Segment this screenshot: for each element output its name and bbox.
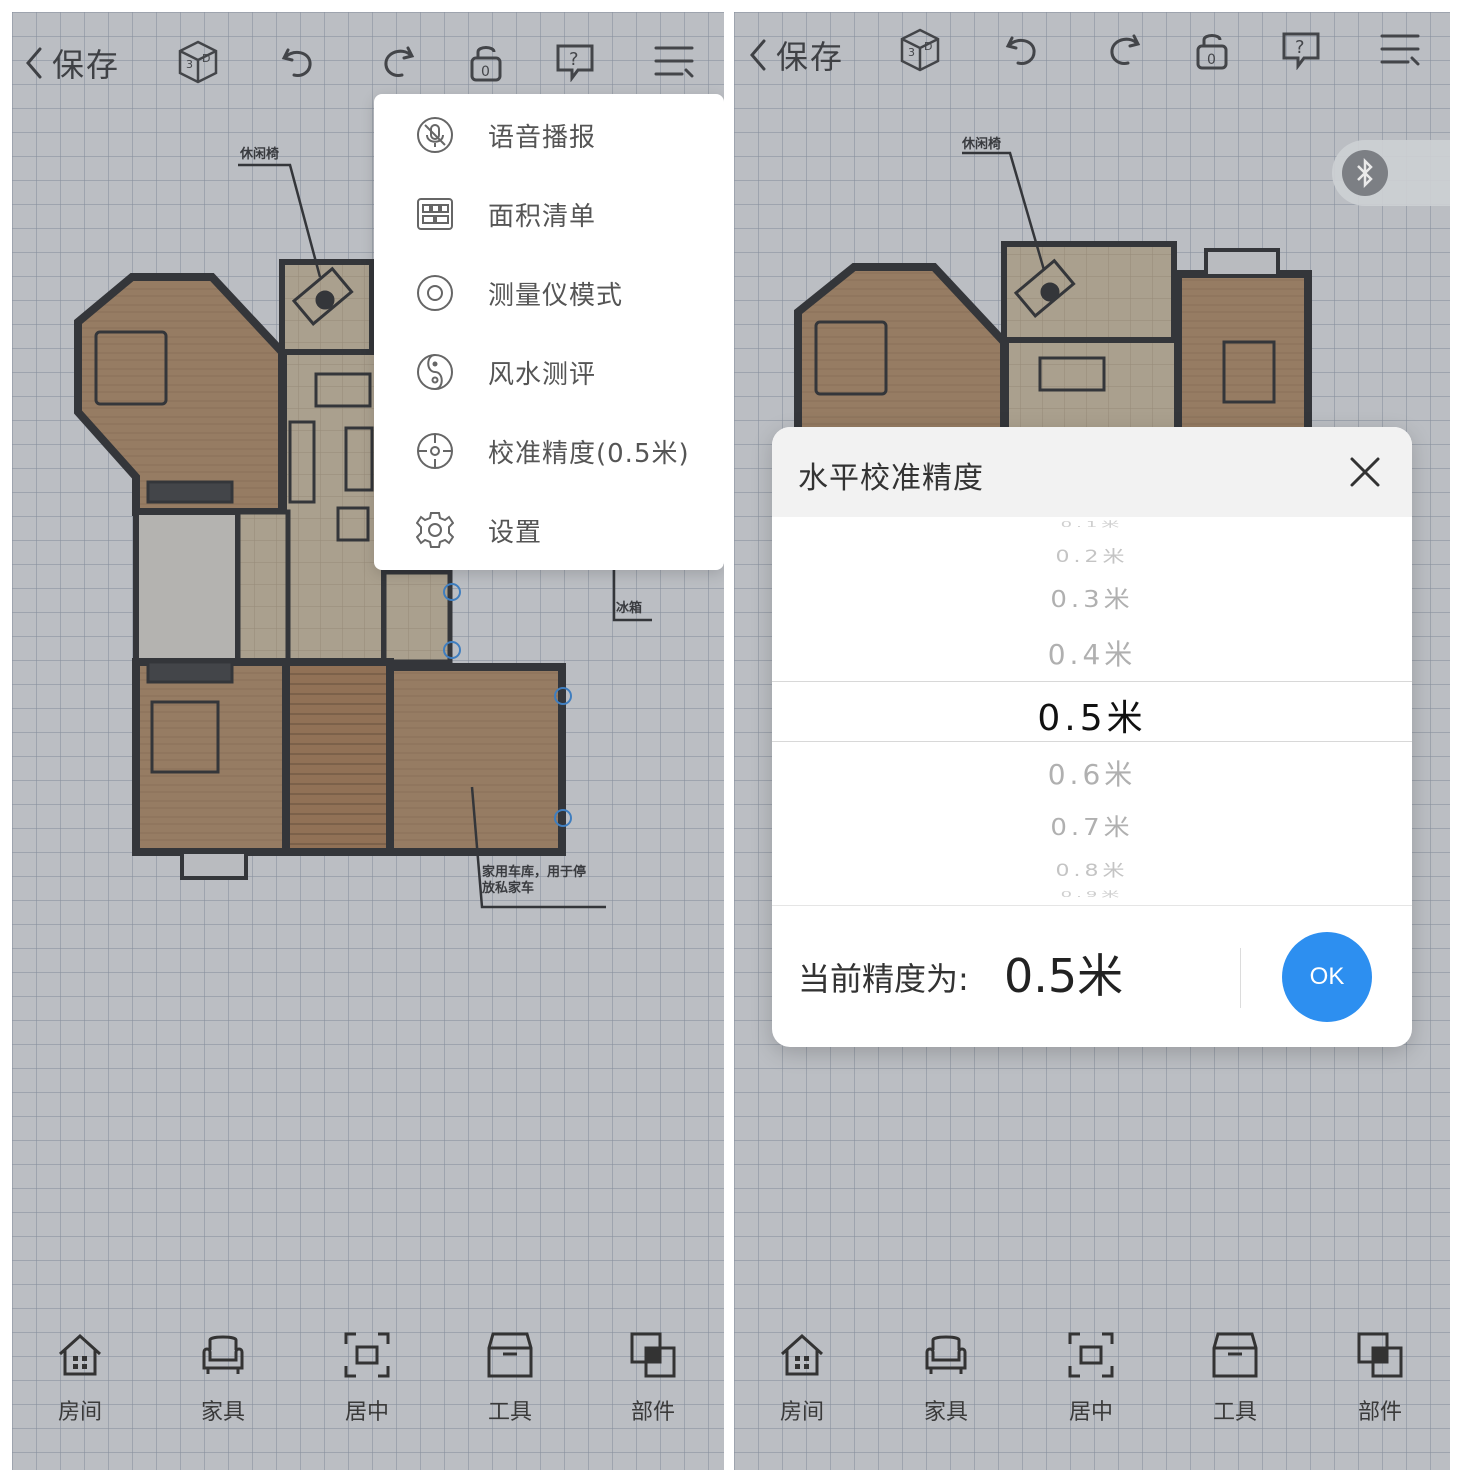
picker-option[interactable]: 0.7米: [772, 809, 1412, 842]
footer-divider: [1240, 948, 1241, 1008]
toolbox-icon: [487, 1332, 533, 1378]
armchair-icon: [202, 1335, 244, 1374]
menu-item-calibrate-label: 校准精度(0.5米): [488, 438, 690, 469]
menu-item-area-list-label: 面积清单: [488, 201, 597, 232]
picker-option[interactable]: 0.3米: [772, 581, 1412, 614]
nav-components-label-right: 部件: [1357, 1400, 1402, 1425]
nav-furniture-right[interactable]: 家具: [896, 1330, 996, 1426]
yin-yang-icon: [416, 353, 454, 391]
armchair-icon: [925, 1335, 967, 1374]
menu-item-voice[interactable]: 语音播报: [374, 100, 724, 170]
bottom-nav-right: 房间 家具 居中 工具 部件: [734, 1330, 1450, 1470]
nav-center-label: 居中: [344, 1400, 389, 1425]
selection-line-bottom: [772, 741, 1412, 742]
picker-option[interactable]: 0.9米: [772, 888, 1412, 900]
menu-item-settings-label: 设置: [488, 517, 543, 548]
menu-item-area-list[interactable]: 面积清单: [374, 179, 724, 249]
menu-item-measure-mode-label: 测量仪模式: [488, 280, 624, 311]
center-focus-icon: [1068, 1332, 1114, 1378]
menu-item-fengshui[interactable]: 风水测评: [374, 337, 724, 407]
menu-item-settings[interactable]: 设置: [374, 495, 724, 565]
picker-option[interactable]: 0.8米: [772, 857, 1412, 881]
precision-picker[interactable]: 0.1米 0.2米 0.3米 0.4米 0.5米 0.6米 0.7米 0.8米 …: [772, 517, 1412, 905]
mic-off-icon: [416, 116, 454, 154]
nav-room-right[interactable]: 房间: [752, 1330, 852, 1426]
house-icon: [58, 1333, 102, 1376]
ok-button[interactable]: OK: [1282, 932, 1372, 1022]
nav-tools-right[interactable]: 工具: [1185, 1330, 1285, 1426]
nav-center[interactable]: 居中: [317, 1330, 417, 1426]
calibration-dialog: 水平校准精度 0.1米 0.2米 0.3米 0.4米 0.5米 0.6米 0.7…: [772, 427, 1412, 1047]
dialog-footer: 当前精度为: 0.5米 OK: [772, 905, 1412, 1047]
nav-components[interactable]: 部件: [603, 1330, 703, 1426]
nav-furniture-label-right: 家具: [923, 1400, 968, 1425]
nav-tools[interactable]: 工具: [460, 1330, 560, 1426]
nav-furniture-label: 家具: [200, 1400, 245, 1425]
picker-option[interactable]: 0.6米: [772, 753, 1412, 793]
area-list-icon: [416, 195, 454, 233]
calibrate-icon: [416, 432, 454, 470]
close-icon[interactable]: [1348, 455, 1382, 489]
nav-tools-label: 工具: [487, 1400, 532, 1425]
nav-components-right[interactable]: 部件: [1330, 1330, 1430, 1426]
menu-item-measure-mode[interactable]: 测量仪模式: [374, 258, 724, 328]
gear-icon: [416, 511, 454, 549]
bluetooth-icon: [1342, 150, 1388, 196]
nav-furniture[interactable]: 家具: [173, 1330, 273, 1426]
picker-option-selected[interactable]: 0.5米: [772, 689, 1412, 741]
nav-room[interactable]: 房间: [30, 1330, 130, 1426]
components-icon: [630, 1332, 676, 1378]
nav-center-label-right: 居中: [1068, 1400, 1113, 1425]
right-screen: 保存 3D 0 ? 休闲椅 房间 家具 居中 工具 部件 水平校准精度 0.1米…: [734, 12, 1450, 1470]
left-screen: 保存 3D 0 ? 休闲椅 冰箱 家用车库，用于停 放私家车 房间 家具 居中 …: [12, 12, 724, 1470]
toolbox-icon: [1212, 1332, 1258, 1378]
selection-line-top: [772, 681, 1412, 682]
current-precision-label: 当前精度为:: [798, 960, 969, 998]
picker-option[interactable]: 0.4米: [772, 633, 1412, 673]
dropdown-menu: 语音播报 面积清单 测量仪模式 风水测评 校准精度(0.5米) 设置: [374, 94, 724, 570]
current-precision-value: 0.5米: [1004, 949, 1124, 1003]
nav-room-label: 房间: [57, 1400, 102, 1425]
menu-item-voice-label: 语音播报: [488, 122, 597, 153]
picker-option[interactable]: 0.2米: [772, 543, 1412, 567]
house-icon: [780, 1333, 824, 1376]
measure-target-icon: [416, 274, 454, 312]
nav-tools-label-right: 工具: [1212, 1400, 1257, 1425]
bluetooth-toggle[interactable]: [1332, 140, 1450, 206]
dialog-header: 水平校准精度: [772, 427, 1412, 517]
nav-center-right[interactable]: 居中: [1041, 1330, 1141, 1426]
center-focus-icon: [344, 1332, 390, 1378]
bottom-nav: 房间 家具 居中 工具 部件: [12, 1330, 724, 1470]
menu-item-fengshui-label: 风水测评: [488, 359, 597, 390]
dialog-title: 水平校准精度: [798, 461, 984, 496]
picker-option[interactable]: 0.1米: [772, 518, 1412, 530]
components-icon: [1357, 1332, 1403, 1378]
nav-components-label: 部件: [630, 1400, 675, 1425]
nav-room-label-right: 房间: [779, 1400, 824, 1425]
menu-item-calibrate[interactable]: 校准精度(0.5米): [374, 416, 724, 486]
